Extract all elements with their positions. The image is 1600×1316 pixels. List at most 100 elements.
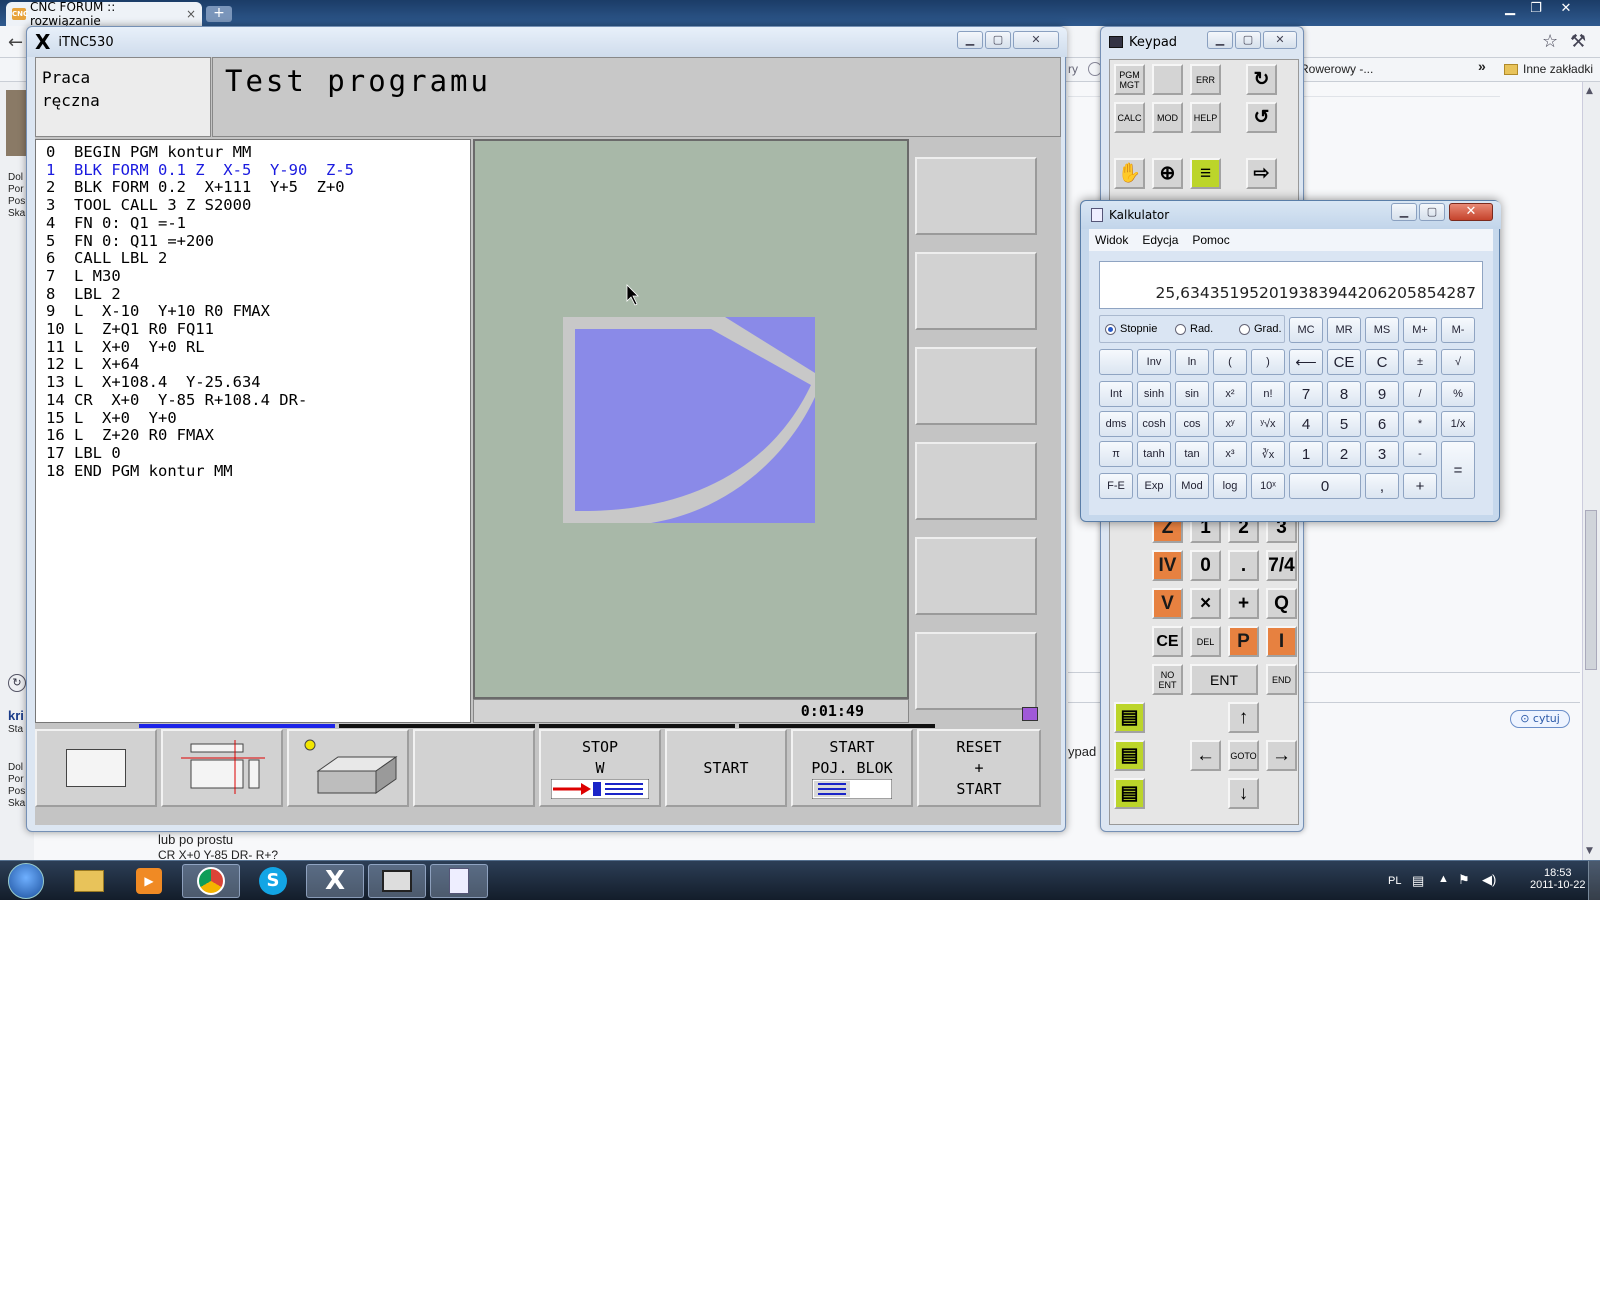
tray-expand-icon[interactable]: ▲ [1438, 873, 1449, 885]
minimize-icon[interactable]: ▁ [1498, 0, 1522, 18]
rotate-ccw-icon[interactable]: ↺ [1246, 102, 1277, 133]
calc-key[interactable]: 6 [1365, 411, 1399, 437]
show-desktop-button[interactable] [1588, 861, 1600, 900]
tab-close-icon[interactable]: × [186, 7, 196, 21]
rotate-cw-icon[interactable]: ↻ [1246, 64, 1277, 95]
calc-minimize-icon[interactable]: ▁ [1391, 203, 1417, 221]
calc-key[interactable]: Exp [1137, 473, 1171, 499]
calc-key[interactable]: x³ [1213, 441, 1247, 467]
arrow-up-key[interactable]: ↑ [1228, 702, 1259, 733]
itnc-minimize-icon[interactable]: ▁ [957, 31, 983, 49]
calc-key[interactable]: C [1365, 349, 1399, 375]
ent-key[interactable]: ENT [1190, 664, 1258, 695]
axis-iv-key[interactable]: IV [1152, 550, 1183, 581]
q-key[interactable]: Q [1266, 588, 1297, 619]
star-icon[interactable]: ☆ [1542, 31, 1558, 52]
calc-key[interactable]: MR [1327, 317, 1361, 343]
quote-button[interactable]: ⊙ cytuj [1510, 710, 1570, 728]
softkey-switch-icon[interactable] [1022, 707, 1038, 721]
program-line[interactable]: 12 L X+64 [46, 356, 460, 374]
softkey-view-3d[interactable] [287, 729, 409, 807]
calc-key[interactable]: ln [1175, 349, 1209, 375]
calc-key[interactable]: MS [1365, 317, 1399, 343]
screen-layout-icon[interactable]: ▤ [1114, 702, 1145, 733]
close-icon[interactable]: ✕ [1554, 0, 1578, 18]
calc-key[interactable]: ⟵ [1289, 349, 1323, 375]
calc-key[interactable]: - [1403, 441, 1437, 467]
calc-key[interactable]: Mod [1175, 473, 1209, 499]
program-line[interactable]: 17 LBL 0 [46, 444, 460, 463]
program-line[interactable]: 1 BLK FORM 0.1 Z X-5 Y-90 Z-5 [46, 161, 460, 180]
calc-key[interactable]: + [1403, 473, 1437, 499]
err-key[interactable]: ERR [1190, 64, 1221, 95]
calc-key[interactable]: ) [1251, 349, 1285, 375]
language-indicator[interactable]: PL [1388, 875, 1401, 887]
back-icon[interactable]: ← [8, 32, 23, 53]
calc-key[interactable]: 7 [1289, 381, 1323, 407]
softkey-reset-start[interactable]: RESET + START [917, 729, 1041, 807]
program-line[interactable]: 4 FN 0: Q1 =-1 [46, 214, 460, 233]
ce-key[interactable]: CE [1152, 626, 1183, 657]
calc-close-icon[interactable]: ✕ [1449, 203, 1493, 221]
taskbar-itnc[interactable]: X [306, 864, 364, 898]
calc-key[interactable]: 5 [1327, 411, 1361, 437]
calc-key[interactable]: 0 [1289, 473, 1361, 499]
backspace-key[interactable]: × [1190, 588, 1221, 619]
wrench-icon[interactable]: ⚒ [1570, 31, 1586, 52]
program-line[interactable]: 16 L Z+20 R0 FMAX [46, 427, 460, 445]
calc-key[interactable]: Inv [1137, 349, 1171, 375]
network-icon[interactable]: ▤ [1412, 873, 1424, 889]
calc-key[interactable]: 10ˣ [1251, 473, 1285, 499]
positioning-icon[interactable]: ⇨ [1246, 158, 1277, 189]
browser-tab[interactable]: CNC CNC FORUM :: rozwiązanie × [6, 0, 202, 28]
calc-key[interactable]: π [1099, 441, 1133, 467]
softkey-start[interactable]: START [665, 729, 787, 807]
program-line[interactable]: 8 LBL 2 [46, 285, 460, 304]
program-line[interactable]: 0 BEGIN PGM kontur MM [46, 143, 460, 162]
calc-key[interactable]: = [1441, 441, 1475, 499]
volume-icon[interactable]: ◀) [1482, 872, 1496, 888]
clock[interactable]: 18:53 2011-10-22 [1530, 867, 1585, 891]
softkey-view-single[interactable] [35, 729, 157, 807]
manual-hand-icon[interactable]: ✋ [1114, 158, 1145, 189]
end-key[interactable]: END [1266, 664, 1297, 695]
program-line[interactable]: 6 CALL LBL 2 [46, 250, 460, 268]
calc-key[interactable]: sinh [1137, 381, 1171, 407]
keypad-minimize-icon[interactable]: ▁ [1207, 31, 1233, 49]
program-line[interactable]: 10 L Z+Q1 R0 FQ11 [46, 320, 460, 339]
calc-key[interactable] [1099, 349, 1133, 375]
itnc-close-icon[interactable]: ✕ [1013, 31, 1059, 49]
calc-maximize-icon[interactable]: ▢ [1419, 203, 1445, 221]
calc-key[interactable]: * [1403, 411, 1437, 437]
calc-key[interactable]: 4 [1289, 411, 1323, 437]
help-key[interactable]: HELP [1190, 102, 1221, 133]
calc-key[interactable]: log [1213, 473, 1247, 499]
digit-0-key[interactable]: 0 [1190, 550, 1221, 581]
vertical-softkey-3[interactable] [915, 347, 1037, 425]
vertical-softkey-1[interactable] [915, 157, 1037, 235]
program-line[interactable]: 18 END PGM kontur MM [46, 462, 460, 481]
vertical-softkey-6[interactable] [915, 632, 1037, 710]
calc-key[interactable]: F-E [1099, 473, 1133, 499]
calc-key[interactable]: √ [1441, 349, 1475, 375]
restore-icon[interactable]: ❐ [1524, 0, 1548, 18]
goto-key[interactable]: GOTO [1228, 740, 1259, 771]
taskbar-chrome[interactable] [182, 864, 240, 898]
calc-key[interactable]: cosh [1137, 411, 1171, 437]
arrow-right-key[interactable]: → [1266, 740, 1297, 771]
calc-key[interactable]: MC [1289, 317, 1323, 343]
calc-key[interactable]: ʸ√x [1251, 411, 1285, 437]
calc-key[interactable]: % [1441, 381, 1475, 407]
arrow-down-key[interactable]: ↓ [1228, 778, 1259, 809]
bookmark-rowerowy[interactable]: Rowerowy -... [1300, 62, 1373, 76]
axis-v-key[interactable]: V [1152, 588, 1183, 619]
vertical-softkey-2[interactable] [915, 252, 1037, 330]
calc-key[interactable]: xʸ [1213, 411, 1247, 437]
new-tab-button[interactable]: + [206, 6, 232, 22]
calc-key[interactable]: n! [1251, 381, 1285, 407]
page-scrollbar-thumb[interactable] [1585, 510, 1597, 670]
no-ent-key[interactable]: NO ENT [1152, 664, 1183, 695]
calc-key[interactable]: 8 [1327, 381, 1361, 407]
menu-edit[interactable]: Edycja [1142, 233, 1178, 247]
mod-key[interactable]: MOD [1152, 102, 1183, 133]
